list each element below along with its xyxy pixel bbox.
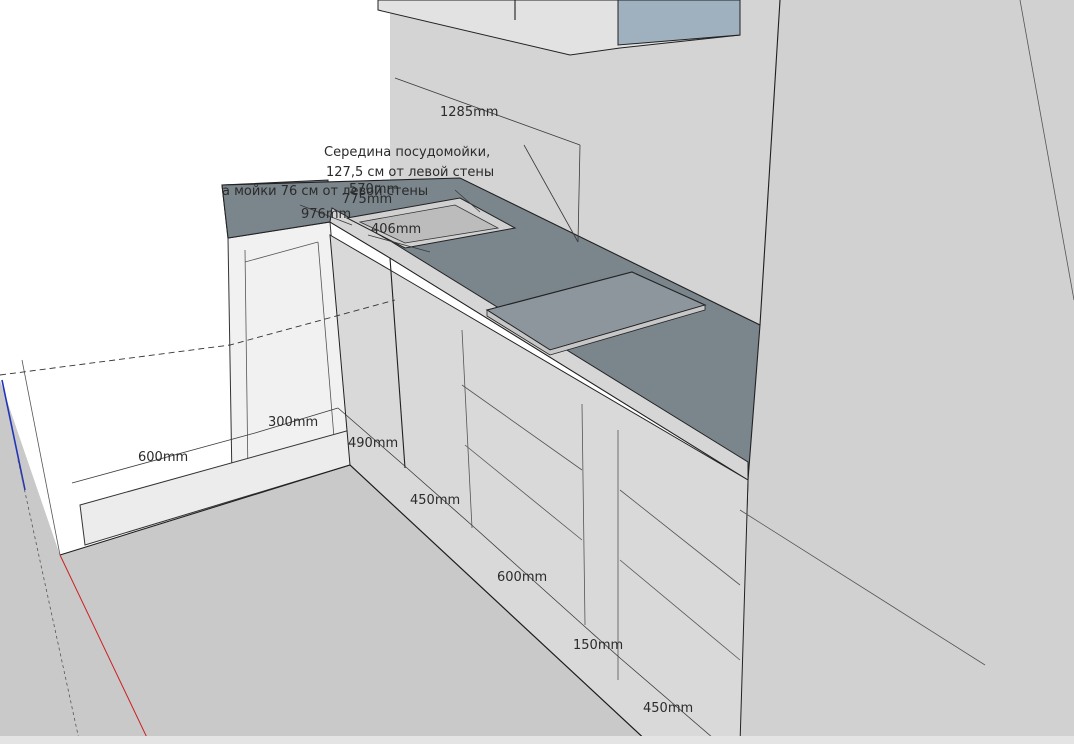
dim-150: 150mm	[573, 638, 623, 653]
dim-976: 976mm	[301, 207, 351, 222]
left-wall	[0, 0, 232, 555]
dim-450-b: 450mm	[643, 701, 693, 716]
dim-406: 406mm	[371, 222, 421, 237]
annotation-line-1: Середина посудомойки,	[324, 145, 490, 160]
viewport-bottom-strip	[0, 736, 1074, 744]
dim-1285: 1285mm	[440, 105, 498, 120]
annotation-line-2: 127,5 см от левой стены	[326, 165, 494, 180]
dim-600-b: 600mm	[497, 570, 547, 585]
dim-450-a: 450mm	[410, 493, 460, 508]
annotation-line-3: а мойки 76 см от левой стены	[222, 184, 428, 199]
dim-490: 490mm	[348, 436, 398, 451]
dim-300: 300mm	[268, 415, 318, 430]
right-tall-unit	[740, 0, 1074, 744]
kitchen-3d-scene: 1285mm 570mm 775mm 976mm 406mm 600mm 300…	[0, 0, 1074, 744]
dim-600-left: 600mm	[138, 450, 188, 465]
